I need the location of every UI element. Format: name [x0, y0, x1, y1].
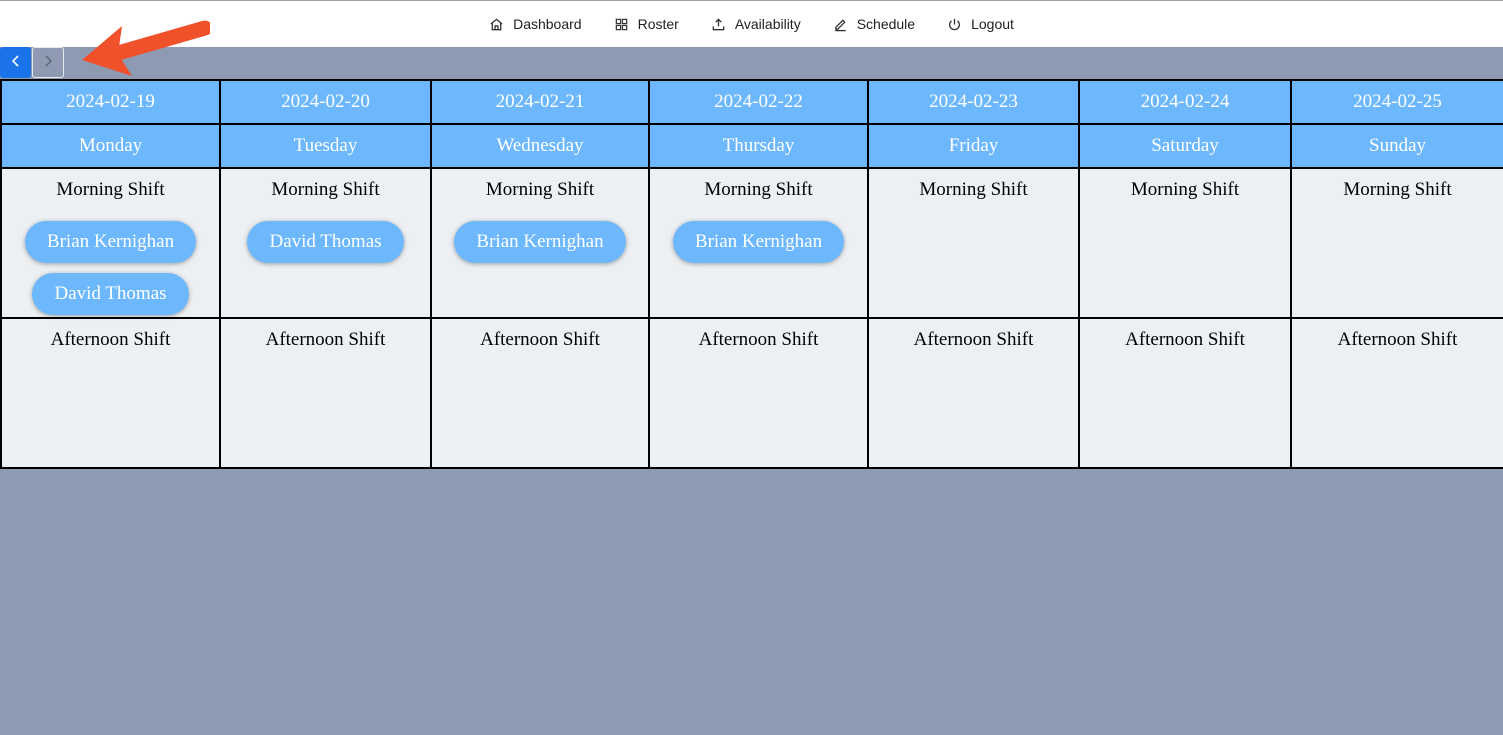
date-header: 2024-02-19: [0, 79, 221, 125]
shift-cell[interactable]: Morning Shift Brian Kernighan: [648, 167, 869, 319]
date-header: 2024-02-25: [1290, 79, 1503, 125]
shift-title: Morning Shift: [1343, 179, 1452, 200]
employee-pill[interactable]: David Thomas: [247, 221, 404, 263]
schedule-grid: 2024-02-19 2024-02-20 2024-02-21 2024-02…: [0, 79, 1503, 469]
employee-pill[interactable]: Brian Kernighan: [454, 221, 626, 263]
shift-title: Morning Shift: [485, 179, 595, 200]
shift-title: Morning Shift: [919, 179, 1028, 200]
date-header: 2024-02-21: [430, 79, 650, 125]
shift-cell[interactable]: Afternoon Shift: [1078, 317, 1292, 469]
employee-pill[interactable]: Brian Kernighan: [24, 221, 197, 263]
chevron-left-icon: [9, 54, 23, 71]
shift-cell[interactable]: Morning Shift: [1290, 167, 1503, 319]
employee-pill[interactable]: David Thomas: [32, 273, 189, 315]
weekday-header: Wednesday: [430, 123, 650, 169]
weekday-header: Saturday: [1078, 123, 1292, 169]
date-header: 2024-02-22: [648, 79, 869, 125]
shift-title: Afternoon Shift: [1125, 329, 1245, 350]
shift-title: Morning Shift: [1130, 179, 1240, 200]
morning-shift-row: Morning Shift Brian Kernighan David Thom…: [0, 167, 1503, 319]
home-icon: [489, 17, 504, 32]
shift-cell[interactable]: Morning Shift David Thomas: [219, 167, 432, 319]
weekday-header: Tuesday: [219, 123, 432, 169]
nav-schedule-label: Schedule: [856, 16, 916, 32]
date-header: 2024-02-23: [867, 79, 1080, 125]
shift-title: Afternoon Shift: [50, 329, 171, 350]
weekday-header: Thursday: [648, 123, 869, 169]
shift-title: Morning Shift: [704, 179, 813, 200]
shift-title: Morning Shift: [271, 179, 380, 200]
nav-dashboard[interactable]: Dashboard: [489, 9, 582, 39]
shift-cell[interactable]: Morning Shift: [867, 167, 1080, 319]
shift-title: Afternoon Shift: [480, 329, 600, 350]
shift-cell[interactable]: Afternoon Shift: [648, 317, 869, 469]
prev-week-button[interactable]: [0, 47, 31, 78]
shift-cell[interactable]: Morning Shift: [1078, 167, 1292, 319]
weekday-row: Monday Tuesday Wednesday Thursday Friday…: [0, 123, 1503, 169]
employee-pill[interactable]: Brian Kernighan: [672, 221, 845, 263]
nav-dashboard-label: Dashboard: [513, 16, 582, 32]
nav-logout[interactable]: Logout: [947, 9, 1014, 39]
assignment-list: Brian Kernighan: [650, 221, 867, 263]
shift-title: Afternoon Shift: [698, 329, 819, 350]
weekday-header: Monday: [0, 123, 221, 169]
shift-cell[interactable]: Afternoon Shift: [1290, 317, 1503, 469]
shift-cell[interactable]: Afternoon Shift: [430, 317, 650, 469]
chevron-right-icon: [41, 54, 55, 71]
nav-logout-label: Logout: [971, 16, 1014, 32]
shift-cell[interactable]: Afternoon Shift: [867, 317, 1080, 469]
nav-schedule[interactable]: Schedule: [833, 9, 915, 39]
assignment-list: David Thomas: [221, 221, 430, 263]
date-header: 2024-02-24: [1078, 79, 1292, 125]
shift-title: Morning Shift: [56, 179, 165, 200]
assignment-list: Brian Kernighan: [432, 221, 648, 263]
grid-icon: [614, 17, 629, 32]
weekday-header: Friday: [867, 123, 1080, 169]
next-week-button[interactable]: [32, 47, 64, 78]
afternoon-shift-row: Afternoon Shift Afternoon Shift Afternoo…: [0, 317, 1503, 469]
top-navbar: Dashboard Roster Availability Schedule L…: [0, 0, 1503, 47]
annotation-arrow-icon: [78, 16, 213, 82]
shift-title: Afternoon Shift: [1337, 329, 1458, 350]
nav-availability[interactable]: Availability: [711, 9, 801, 39]
shift-cell[interactable]: Morning Shift Brian Kernighan: [430, 167, 650, 319]
power-icon: [947, 17, 962, 32]
shift-title: Afternoon Shift: [913, 329, 1034, 350]
shift-cell[interactable]: Morning Shift Brian Kernighan David Thom…: [0, 167, 221, 319]
nav-roster-label: Roster: [637, 16, 679, 32]
weekday-header: Sunday: [1290, 123, 1503, 169]
upload-icon: [711, 17, 726, 32]
nav-availability-label: Availability: [734, 16, 801, 32]
shift-cell[interactable]: Afternoon Shift: [219, 317, 432, 469]
shift-title: Afternoon Shift: [265, 329, 386, 350]
assignment-list: Brian Kernighan David Thomas: [2, 221, 219, 315]
shift-cell[interactable]: Afternoon Shift: [0, 317, 221, 469]
date-row: 2024-02-19 2024-02-20 2024-02-21 2024-02…: [0, 79, 1503, 125]
pencil-icon: [833, 17, 848, 32]
date-header: 2024-02-20: [219, 79, 432, 125]
nav-roster[interactable]: Roster: [614, 9, 679, 39]
